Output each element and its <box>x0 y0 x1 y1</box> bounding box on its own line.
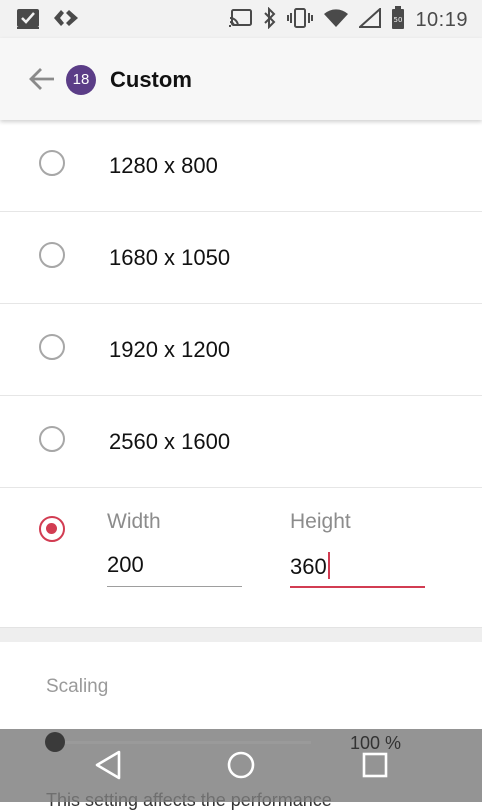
wifi-icon <box>323 8 349 33</box>
checkbox-notification-icon <box>16 8 40 35</box>
radio-button[interactable] <box>39 334 65 360</box>
bluetooth-icon <box>263 6 277 34</box>
scaling-section-label: Scaling <box>46 676 109 697</box>
width-underline <box>107 586 242 587</box>
battery-level-text: 50 <box>394 16 403 24</box>
height-label: Height <box>290 510 351 533</box>
cast-icon <box>229 8 253 33</box>
scaling-slider-track[interactable] <box>55 741 311 744</box>
height-field[interactable]: Height 360 <box>290 510 425 588</box>
status-time: 10:19 <box>415 9 468 31</box>
nav-back-icon[interactable] <box>94 749 122 786</box>
width-input[interactable]: 200 <box>107 552 242 578</box>
radio-button[interactable] <box>39 426 65 452</box>
option-label: 1680 x 1050 <box>109 245 231 270</box>
height-input[interactable]: 360 <box>290 554 327 579</box>
count-badge: 18 <box>66 65 96 95</box>
navigation-bar <box>0 729 482 802</box>
back-arrow-icon[interactable] <box>28 66 56 97</box>
signal-icon <box>357 6 382 33</box>
nav-home-icon[interactable] <box>226 749 256 786</box>
status-bar: 50 10:19 <box>0 0 482 38</box>
resolution-option-1280x800[interactable]: 1280 x 800 <box>0 120 482 212</box>
height-underline <box>290 586 425 588</box>
scaling-slider-thumb[interactable] <box>45 732 65 752</box>
option-label: 2560 x 1600 <box>109 429 231 454</box>
code-notification-icon <box>52 8 80 35</box>
resolution-list: 1280 x 800 1680 x 1050 1920 x 1200 2560 … <box>0 120 482 626</box>
width-label: Width <box>107 510 161 533</box>
radio-button[interactable] <box>39 242 65 268</box>
resolution-option-2560x1600[interactable]: 2560 x 1600 <box>0 396 482 488</box>
option-label: 1920 x 1200 <box>109 337 231 362</box>
nav-recents-icon[interactable] <box>361 749 389 786</box>
app-bar: 18 Custom <box>0 38 482 120</box>
vibrate-icon <box>287 8 314 33</box>
custom-resolution-option[interactable]: Width 200 Height 360 <box>0 488 482 626</box>
option-label: 1280 x 800 <box>109 153 218 178</box>
section-divider <box>0 627 482 642</box>
radio-button[interactable] <box>39 150 65 176</box>
height-input-wrap[interactable]: 360 <box>290 552 425 579</box>
page-title: Custom <box>110 67 192 92</box>
text-cursor <box>327 552 330 579</box>
width-field[interactable]: Width 200 <box>107 510 242 587</box>
resolution-option-1680x1050[interactable]: 1680 x 1050 <box>0 212 482 304</box>
scaling-value: 100 % <box>350 733 402 753</box>
battery-icon: 50 <box>391 6 405 35</box>
radio-button-selected[interactable] <box>39 516 65 542</box>
resolution-option-1920x1200[interactable]: 1920 x 1200 <box>0 304 482 396</box>
